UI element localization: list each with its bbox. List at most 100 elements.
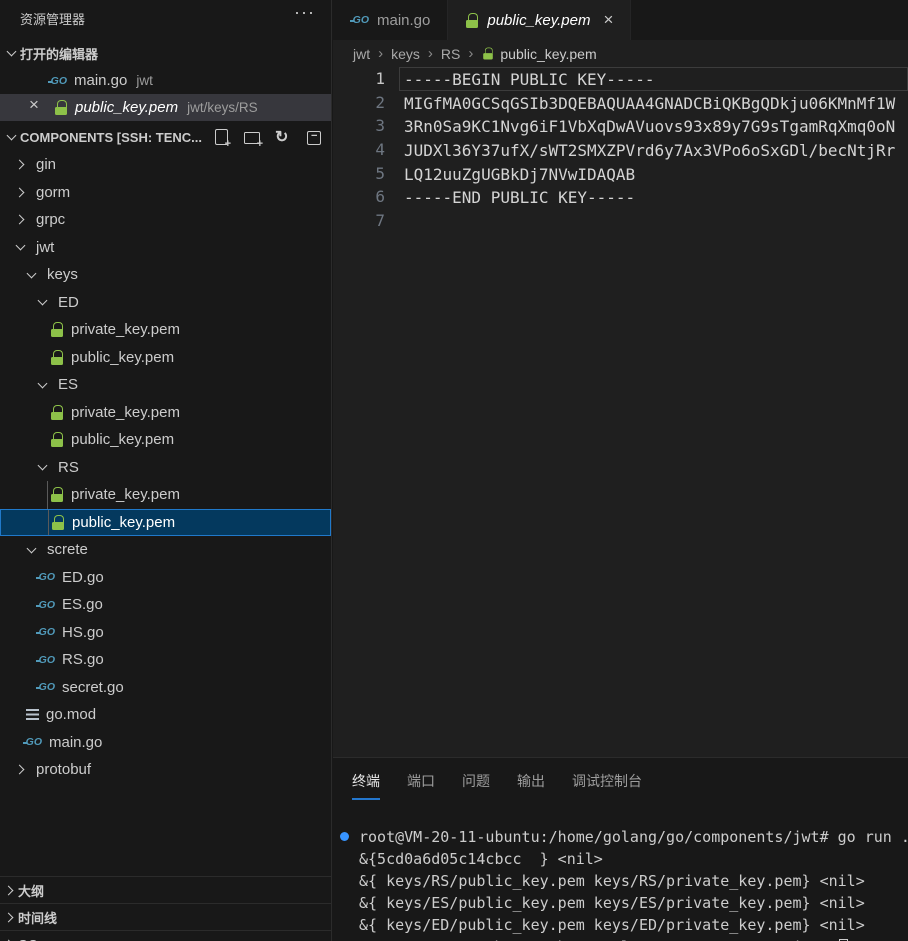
close-icon[interactable]: × [604,10,614,30]
chevron-right-icon[interactable] [11,183,29,201]
new-file-icon[interactable] [212,127,230,147]
tree-item[interactable]: ES.go [0,591,331,619]
vscode-window: 资源管理器 ··· 打开的编辑器 main.go jwt × public_ke… [0,0,908,941]
open-editor-desc: jwt [136,73,153,88]
chevron-right-icon[interactable] [11,211,29,229]
open-editors-header[interactable]: 打开的编辑器 [0,40,331,66]
editor-line[interactable]: 7 [333,209,908,233]
timeline-section-header[interactable]: 时间线 [0,903,331,931]
tab-main-go[interactable]: main.go [333,0,448,40]
terminal-text: &{ keys/ED/public_key.pem keys/ED/privat… [359,916,865,934]
chevron-down-icon[interactable] [33,293,51,311]
chevron-down-icon[interactable] [33,458,51,476]
terminal[interactable]: root@VM-20-11-ubuntu:/home/golang/go/com… [333,826,908,941]
close-icon[interactable]: × [26,95,42,115]
breadcrumb-segment[interactable]: RS [441,46,460,62]
tree-item[interactable]: grpc [0,206,331,234]
editor-line[interactable]: 33Rn0Sa9KC1Nvg6iF1VbXqDwAVuovs93x89y7G9s… [333,114,908,138]
terminal-line: &{ keys/ED/public_key.pem keys/ED/privat… [333,914,908,936]
panel-tab-problems[interactable]: 问题 [462,771,490,800]
line-number: 6 [333,185,385,209]
tree-item[interactable]: private_key.pem [0,481,331,509]
chevron-right-icon[interactable] [0,909,18,927]
editor-line[interactable]: 4JUDXl36Y37ufX/sWT2SMXZPVrd6y7Ax3VPo6oSx… [333,138,908,162]
editor-area: main.go public_key.pem × jwt › keys › RS… [333,0,908,757]
tree-item[interactable]: ES [0,371,331,399]
components-section-header[interactable]: COMPONENTS [SSH: TENC... [0,124,331,150]
tree-item[interactable]: ED.go [0,564,331,592]
tree-item[interactable]: go.mod [0,701,331,729]
chevron-down-icon[interactable] [33,376,51,394]
line-number: 1 [333,67,385,91]
editor-line[interactable]: 2MIGfMA0GCSqGSIb3DQEBAQUAA4GNADCBiQKBgQD… [333,91,908,115]
terminal-line: &{ keys/RS/public_key.pem keys/RS/privat… [333,870,908,892]
chevron-down-icon[interactable] [11,238,29,256]
lock-file-icon [51,515,65,530]
go-file-icon [36,625,55,639]
chevron-right-icon[interactable] [11,156,29,174]
editor-line[interactable]: 1-----BEGIN PUBLIC KEY----- [333,67,908,91]
code-editor[interactable]: 1-----BEGIN PUBLIC KEY----- 2MIGfMA0GCSq… [333,67,908,757]
chevron-down-icon[interactable] [22,541,40,559]
tree-item[interactable]: protobuf [0,756,331,784]
panel-tab-output[interactable]: 输出 [517,771,545,800]
lock-file-icon [50,350,64,365]
chevron-down-icon[interactable] [22,266,40,284]
tree-item[interactable]: HS.go [0,619,331,647]
chevron-down-icon[interactable] [2,128,20,146]
line-number: 3 [333,114,385,138]
tree-item[interactable]: gorm [0,179,331,207]
editor-line[interactable]: 5LQ12uuZgUGBkDj7NVwIDAQAB [333,162,908,186]
breadcrumb-segment[interactable]: jwt [353,46,370,62]
lock-file-icon [54,100,68,115]
tab-public-key-pem[interactable]: public_key.pem × [448,0,631,40]
tree-item-selected[interactable]: public_key.pem [0,509,331,537]
open-editor-main-go[interactable]: main.go jwt [0,67,331,94]
tree-item[interactable]: keys [0,261,331,289]
panel-tab-terminal[interactable]: 终端 [352,771,380,800]
tree-item[interactable]: screte [0,536,331,564]
chevron-right-icon[interactable] [11,761,29,779]
tree-item[interactable]: private_key.pem [0,399,331,427]
open-editor-public-key-pem[interactable]: × public_key.pem jwt/keys/RS [0,94,331,121]
chevron-down-icon[interactable] [2,44,20,62]
chevron-right-icon[interactable] [0,936,18,941]
tree-item[interactable]: RS [0,454,331,482]
tree-item[interactable]: public_key.pem [0,426,331,454]
go-section-header[interactable]: GO [0,930,331,941]
tree-item[interactable]: gin [0,151,331,179]
command-decoration-icon[interactable] [340,832,349,841]
tree-item[interactable]: RS.go [0,646,331,674]
line-number: 4 [333,138,385,162]
panel-tab-ports[interactable]: 端口 [407,771,435,800]
refresh-icon[interactable] [274,127,292,147]
open-editor-name: public_key.pem [75,99,178,116]
outline-label: 大纲 [18,881,44,900]
terminal-text: root@VM-20-11-ubuntu:/home/golang/go/com… [359,828,908,846]
line-number: 7 [333,209,385,233]
breadcrumb-file[interactable]: public_key.pem [500,46,596,62]
chevron-separator-icon: › [428,45,433,62]
tree-item[interactable]: public_key.pem [0,344,331,372]
open-editors-label: 打开的编辑器 [20,44,98,63]
tree-item[interactable]: main.go [0,729,331,757]
terminal-line: &{5cd0a6d05c14cbcc } <nil> [333,848,908,870]
chevron-right-icon[interactable] [0,882,18,900]
tab-label: public_key.pem [487,12,590,29]
breadcrumb-segment[interactable]: keys [391,46,420,62]
editor-line[interactable]: 6-----END PUBLIC KEY----- [333,185,908,209]
timeline-label: 时间线 [18,908,57,927]
tree-item[interactable]: ED [0,289,331,317]
new-folder-icon[interactable] [243,127,261,147]
tree-item[interactable]: secret.go [0,674,331,702]
more-actions-button[interactable]: ··· [294,2,315,23]
go-mod-icon [26,709,39,720]
terminal-text: &{ keys/RS/public_key.pem keys/RS/privat… [359,872,865,890]
collapse-all-icon[interactable] [305,127,323,147]
lock-file-icon [50,405,64,420]
outline-section-header[interactable]: 大纲 [0,876,331,904]
go-file-icon [350,13,369,27]
tree-item[interactable]: jwt [0,234,331,262]
panel-tab-debug-console[interactable]: 调试控制台 [572,771,642,800]
tree-item[interactable]: private_key.pem [0,316,331,344]
